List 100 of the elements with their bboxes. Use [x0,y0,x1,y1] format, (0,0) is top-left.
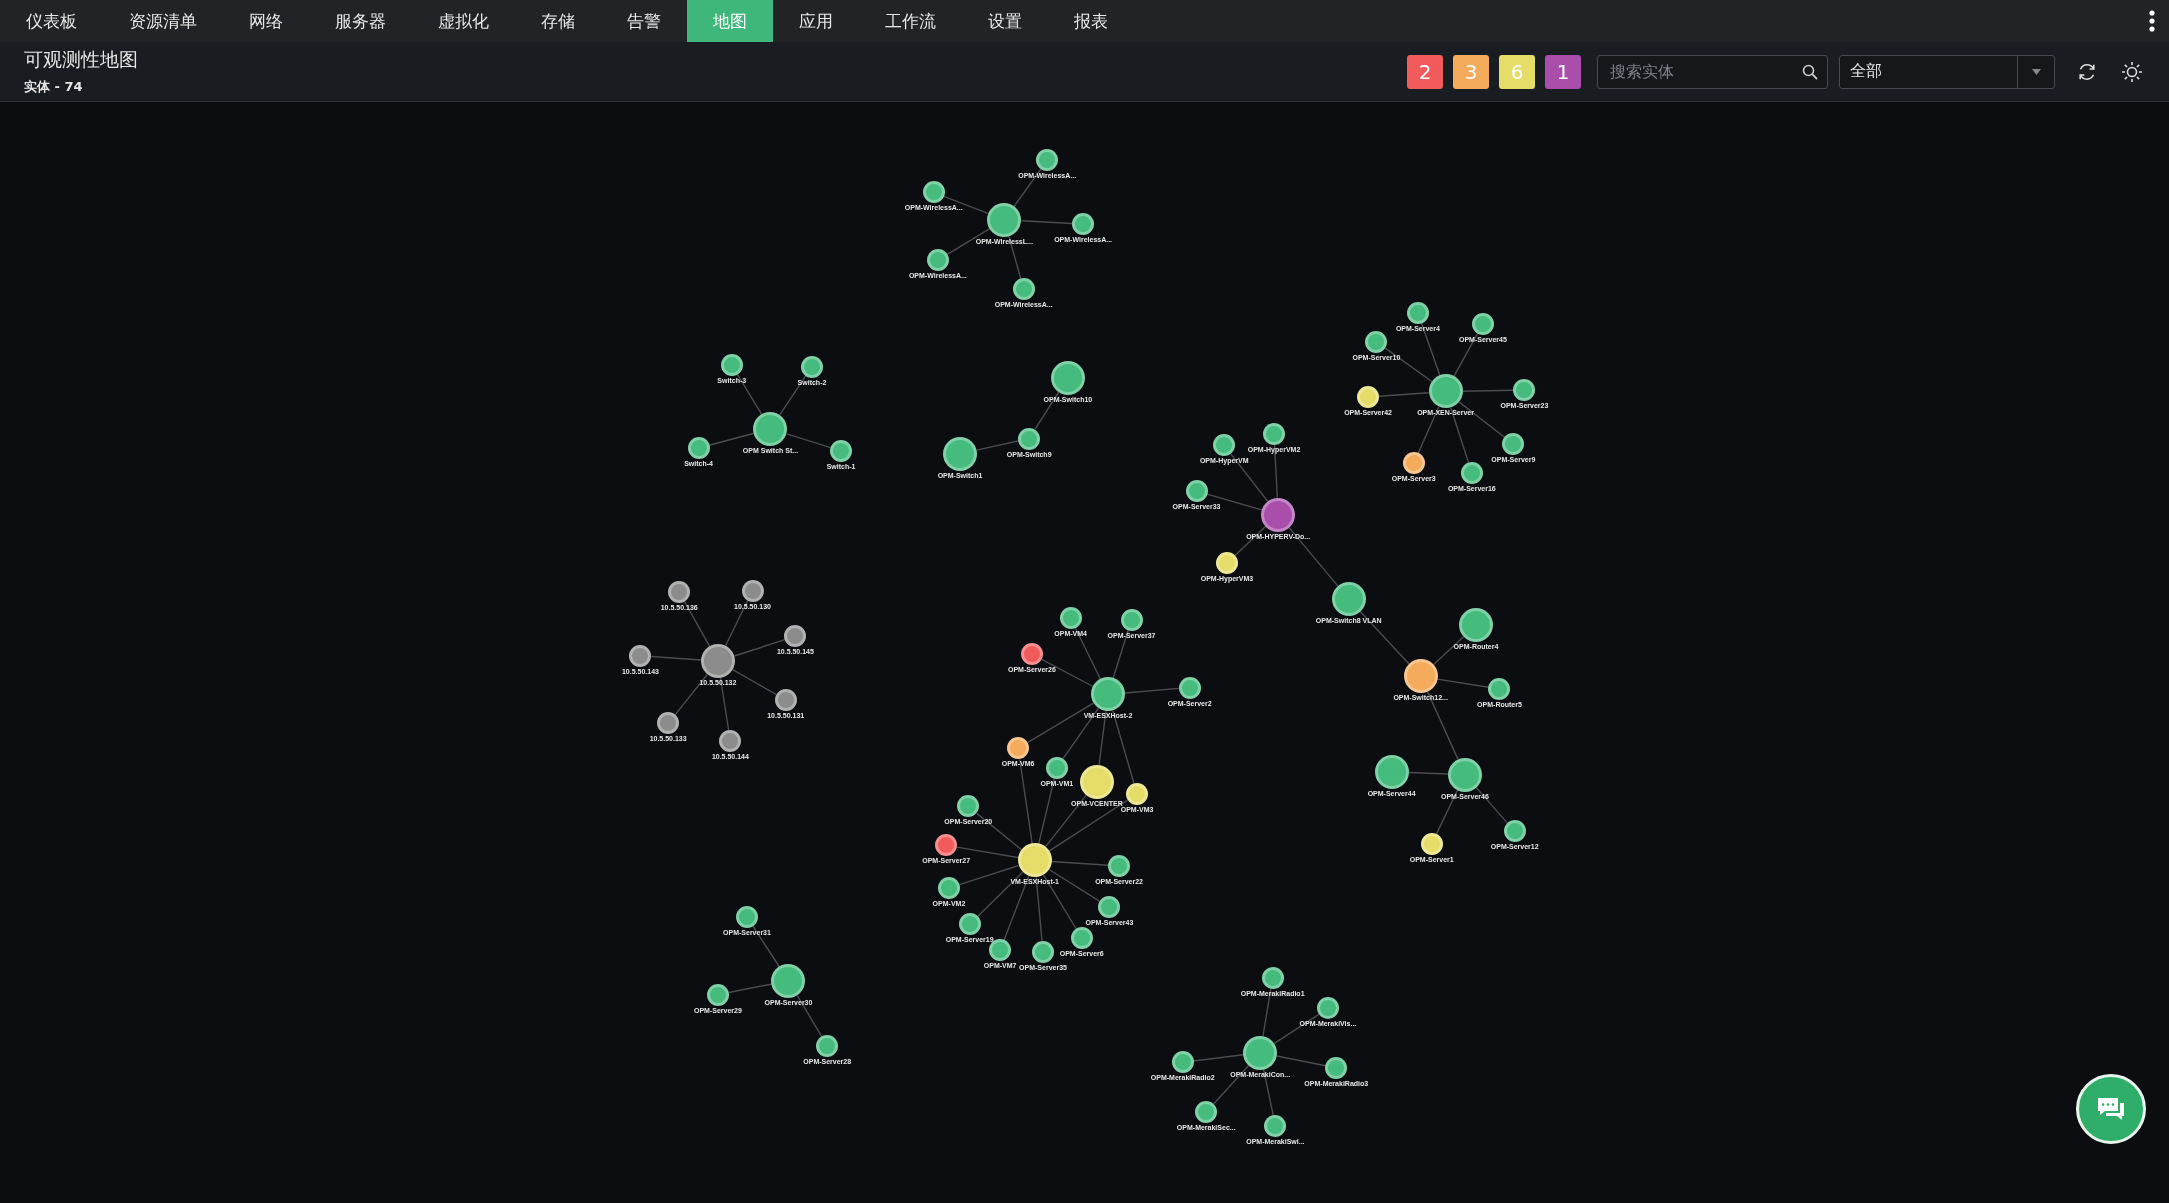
entity-node[interactable] [1331,581,1366,616]
entity-node[interactable] [1032,940,1054,963]
entity-node[interactable] [668,581,691,604]
entity-node[interactable] [1264,1115,1287,1137]
entity-node[interactable] [1316,997,1339,1020]
link-line [1359,610,1410,665]
link-line [650,655,702,661]
entity-node[interactable] [922,181,945,204]
nav-tab[interactable]: 应用 [773,0,859,42]
entity-node[interactable] [1261,497,1296,532]
link-line [1378,392,1430,397]
entity-node[interactable] [1017,843,1052,878]
link-line [1192,1054,1244,1062]
entity-node[interactable] [735,906,758,929]
entity-node[interactable] [1471,312,1494,335]
link-line [708,432,755,446]
page-title: 可观测性地图 [24,47,138,72]
nav-tab[interactable]: 仪表板 [0,0,103,42]
nav-tab[interactable]: 告警 [601,0,687,42]
entity-node[interactable] [958,913,981,936]
more-menu-icon[interactable] [2149,10,2155,32]
entity-node[interactable] [1108,854,1131,877]
entity-node[interactable] [801,355,823,378]
entity-node[interactable] [1126,783,1149,805]
entity-node[interactable] [1045,756,1068,779]
entity-node[interactable] [1059,607,1082,630]
entity-node[interactable] [1458,608,1493,643]
entity-node[interactable] [719,730,742,753]
entity-node[interactable] [1091,677,1125,712]
entity-node[interactable] [706,983,729,1006]
entity-node[interactable] [1503,820,1526,843]
entity-node[interactable] [657,712,680,735]
entity-node[interactable] [1243,1035,1278,1070]
entity-node[interactable] [1098,896,1121,919]
entity-node[interactable] [753,411,788,446]
entity-node[interactable] [816,1034,839,1057]
nav-tab[interactable]: 报表 [1048,0,1134,42]
entity-node[interactable] [1213,434,1236,457]
alarm-count-badge[interactable]: 1 [1545,54,1581,89]
entity-node[interactable] [1072,213,1095,236]
entity-node[interactable] [1185,480,1208,503]
entity-node[interactable] [1402,452,1425,475]
link-line [1124,687,1180,694]
entity-node[interactable] [720,354,743,377]
entity-node[interactable] [1420,832,1443,855]
filter-dropdown[interactable]: 全部 [1839,54,2055,89]
entity-node[interactable] [937,877,960,900]
entity-node[interactable] [1007,737,1030,760]
entity-node[interactable] [1195,1101,1218,1124]
entity-node[interactable] [1488,677,1511,700]
entity-node[interactable] [1079,764,1114,799]
sun-icon[interactable] [2121,60,2143,83]
entity-node[interactable] [1178,676,1201,699]
entity-node[interactable] [1050,360,1085,395]
nav-tab[interactable]: 工作流 [859,0,962,42]
entity-node[interactable] [1261,967,1284,989]
entity-node[interactable] [771,963,806,998]
entity-node[interactable] [687,437,710,460]
entity-node[interactable] [1216,552,1238,574]
nav-tab[interactable]: 虚拟化 [412,0,515,42]
nav-tab[interactable]: 资源清单 [103,0,223,42]
entity-node[interactable] [1263,423,1285,446]
entity-node[interactable] [987,202,1022,237]
entity-node[interactable] [1374,754,1409,789]
entity-node[interactable] [1020,643,1043,666]
entity-node[interactable] [629,644,652,667]
entity-node[interactable] [830,439,853,462]
entity-node[interactable] [935,834,958,857]
link-line [786,433,832,449]
entity-node[interactable] [926,249,949,272]
entity-node[interactable] [1460,462,1483,485]
entity-node[interactable] [943,436,977,471]
entity-node[interactable] [957,795,980,818]
nav-tab[interactable]: 服务器 [309,0,412,42]
entity-node[interactable] [1070,926,1093,949]
entity-node[interactable] [1036,149,1059,172]
entity-count: 实体 - 74 [24,78,84,96]
entity-node[interactable] [1403,659,1438,694]
entity-node[interactable] [1406,301,1429,324]
entity-node[interactable] [1120,608,1143,631]
entity-node[interactable] [1012,278,1035,301]
entity-node[interactable] [1428,374,1463,409]
entity-node[interactable] [1357,386,1380,408]
entity-node[interactable] [1325,1056,1348,1079]
entity-node[interactable] [774,688,797,711]
entity-node[interactable] [1171,1051,1194,1074]
nav-tab[interactable]: 设置 [962,0,1048,42]
entity-node[interactable] [700,644,735,679]
entity-node[interactable] [1018,427,1041,450]
entity-node[interactable] [1513,379,1536,402]
entity-node[interactable] [784,625,807,648]
entity-node[interactable] [741,579,764,602]
search-icon[interactable] [1802,63,1818,80]
entity-node[interactable] [1502,433,1525,456]
nav-tab[interactable]: 存储 [515,0,601,42]
refresh-icon[interactable] [2077,61,2097,82]
search-field[interactable]: 搜索实体 [1597,54,1828,89]
nav-tab[interactable]: 网络 [223,0,309,42]
entity-node[interactable] [1447,757,1482,792]
entity-node[interactable] [1365,330,1388,353]
